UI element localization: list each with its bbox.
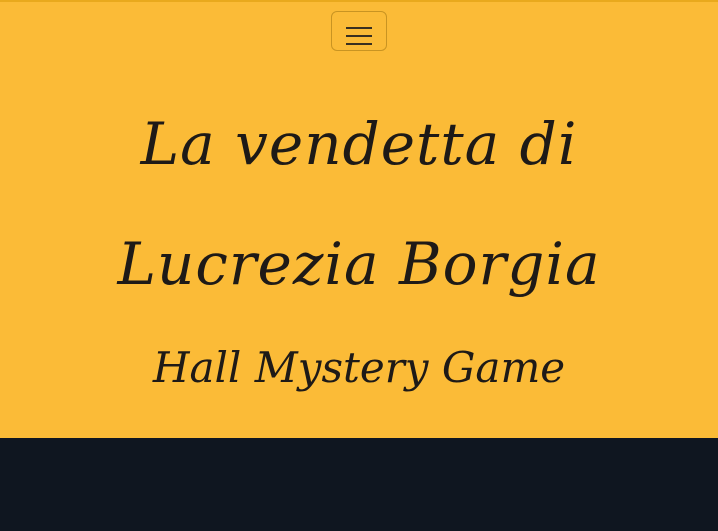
page-title: La vendetta di Lucrezia Borgia <box>117 110 601 298</box>
page-subtitle: Hall Mystery Game <box>152 343 566 392</box>
content-section <box>0 438 718 531</box>
hero-header: La vendetta di Lucrezia Borgia Hall Myst… <box>0 0 718 438</box>
menu-toggle-button[interactable] <box>331 11 387 51</box>
page: La vendetta di Lucrezia Borgia Hall Myst… <box>0 0 718 531</box>
hamburger-menu-icon <box>346 26 372 45</box>
